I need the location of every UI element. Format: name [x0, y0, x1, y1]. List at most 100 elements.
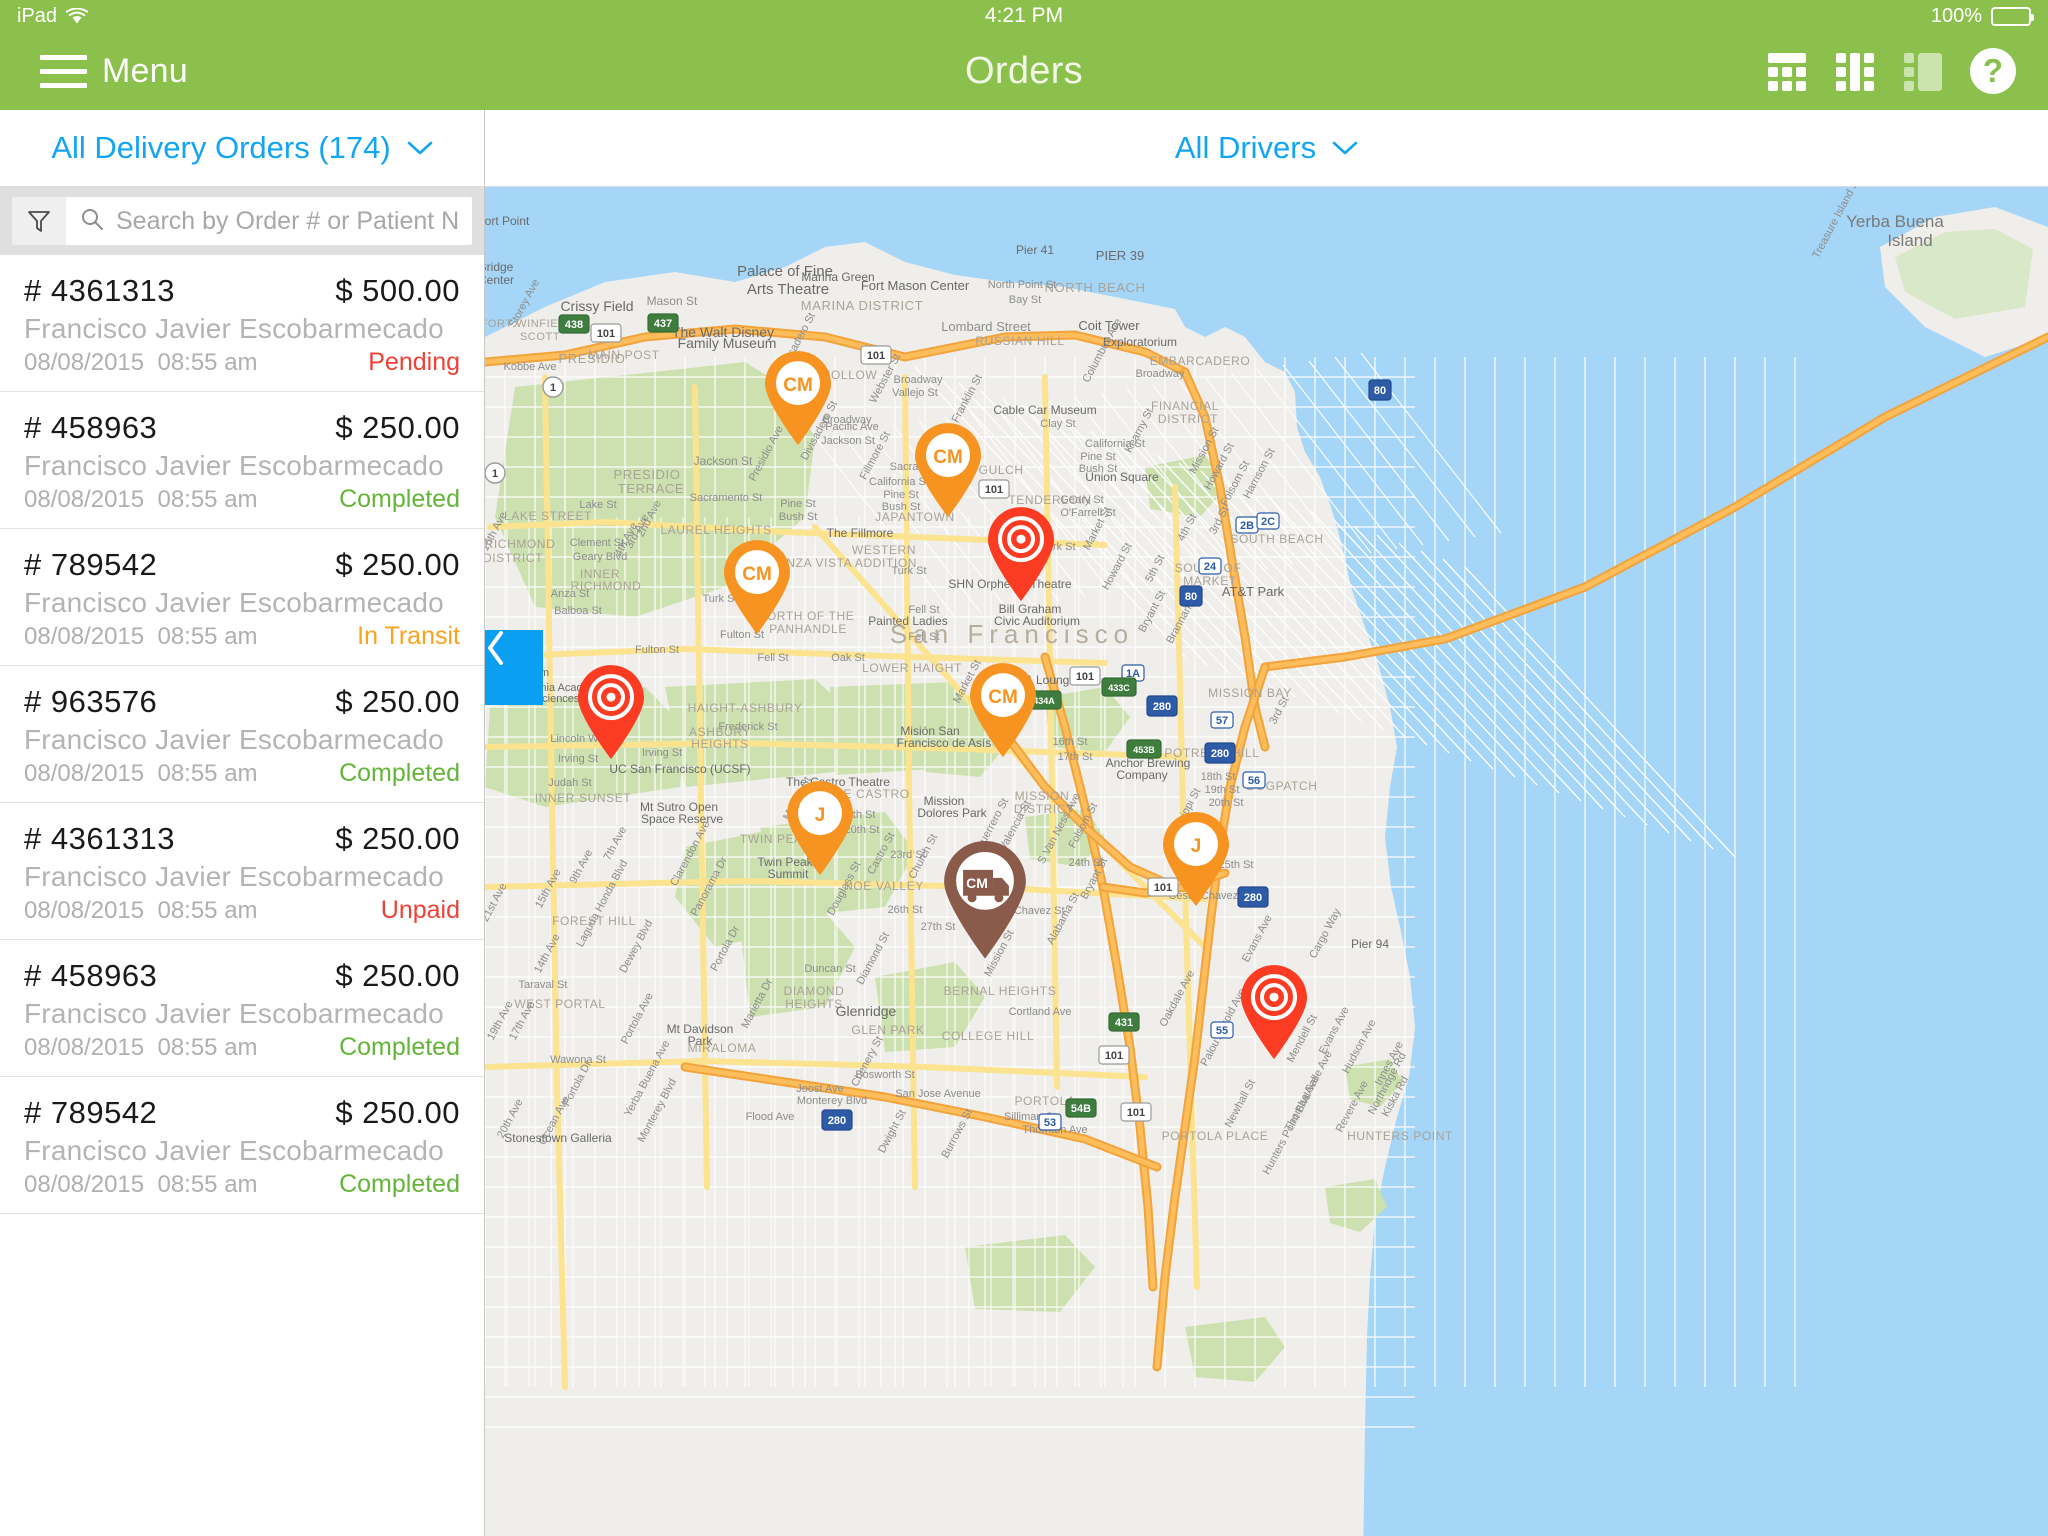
svg-text:San Jose Avenue: San Jose Avenue — [895, 1088, 980, 1100]
order-price: $ 250.00 — [335, 821, 460, 856]
columns-view-icon[interactable] — [1834, 50, 1876, 92]
svg-text:CM: CM — [988, 687, 1018, 708]
svg-text:101: 101 — [1076, 671, 1094, 683]
svg-text:1: 1 — [550, 382, 556, 394]
order-row-top: # 4361313 $ 250.00 — [24, 821, 460, 857]
svg-text:18th St: 18th St — [1201, 771, 1236, 783]
svg-text:SOUTH BEACH: SOUTH BEACH — [1230, 532, 1323, 546]
svg-text:PIER 39: PIER 39 — [1096, 248, 1144, 263]
chevron-down-icon — [1332, 141, 1358, 156]
order-price: $ 500.00 — [335, 273, 460, 308]
svg-text:Geary Blvd: Geary Blvd — [573, 551, 627, 563]
hamburger-icon — [40, 54, 87, 88]
orders-filter-dropdown[interactable]: All Delivery Orders (174) — [0, 110, 484, 187]
status-badge: Completed — [339, 1170, 460, 1198]
svg-text:Cortland Ave: Cortland Ave — [1009, 1006, 1072, 1018]
order-number: # 789542 — [24, 547, 158, 582]
svg-text:LAUREL HEIGHTS: LAUREL HEIGHTS — [660, 523, 771, 537]
order-row-top: # 458963 $ 250.00 — [24, 958, 460, 994]
svg-text:FOREST HILL: FOREST HILL — [552, 914, 636, 928]
order-price: $ 250.00 — [335, 1095, 460, 1130]
svg-text:Pier 41: Pier 41 — [1016, 243, 1054, 257]
table-row[interactable]: # 458963 $ 250.00 Francisco Javier Escob… — [0, 392, 484, 529]
order-datetime: 08/08/2015 08:55 am — [24, 760, 258, 787]
svg-text:BERNAL HEIGHTS: BERNAL HEIGHTS — [944, 984, 1057, 998]
svg-text:UC San Francisco (UCSF): UC San Francisco (UCSF) — [609, 762, 750, 776]
help-icon[interactable]: ? — [1970, 48, 2016, 94]
table-row[interactable]: # 458963 $ 250.00 Francisco Javier Escob… — [0, 940, 484, 1077]
svg-text:280: 280 — [1244, 892, 1262, 904]
svg-text:Turk St: Turk St — [891, 565, 926, 577]
table-row[interactable]: # 4361313 $ 250.00 Francisco Javier Esco… — [0, 803, 484, 940]
svg-text:80: 80 — [1185, 591, 1197, 603]
search-bar — [0, 187, 484, 255]
order-number: # 4361313 — [24, 821, 176, 856]
order-price: $ 250.00 — [335, 410, 460, 445]
svg-text:80: 80 — [1374, 385, 1386, 397]
table-row[interactable]: # 963576 $ 250.00 Francisco Javier Escob… — [0, 666, 484, 803]
svg-text:Jackson St: Jackson St — [694, 454, 753, 468]
grid-view-icon[interactable] — [1766, 50, 1808, 92]
svg-text:CM: CM — [966, 875, 988, 891]
order-row-bottom: 08/08/2015 08:55 am In Transit — [24, 622, 460, 651]
table-row[interactable]: # 4361313 $ 500.00 Francisco Javier Esco… — [0, 255, 484, 392]
svg-text:J: J — [815, 805, 826, 826]
svg-text:Flood Ave: Flood Ave — [746, 1111, 795, 1123]
order-row-bottom: 08/08/2015 08:55 am Completed — [24, 485, 460, 514]
order-row-bottom: 08/08/2015 08:55 am Completed — [24, 1033, 460, 1062]
svg-text:HEIGHTS: HEIGHTS — [785, 997, 843, 1011]
svg-text:HUNTERS POINT: HUNTERS POINT — [1347, 1129, 1453, 1143]
svg-text:Island: Island — [1887, 231, 1932, 250]
svg-text:Fulton St: Fulton St — [635, 644, 679, 656]
svg-text:433C: 433C — [1108, 683, 1130, 693]
main-content: All Delivery Orders (174) Search by Orde… — [0, 110, 2048, 1536]
svg-text:Center: Center — [485, 273, 514, 287]
collapse-sidebar-button[interactable] — [485, 630, 543, 705]
svg-text:Monterey Blvd: Monterey Blvd — [797, 1095, 867, 1107]
svg-text:COLLEGE HILL: COLLEGE HILL — [942, 1029, 1035, 1043]
map-canvas[interactable]: Yerba Buena Island Treasure Island Rd PIER … — [485, 187, 2048, 1536]
svg-text:CM: CM — [783, 375, 813, 396]
svg-text:26th St: 26th St — [888, 904, 923, 916]
patient-name: Francisco Javier Escobarmecado — [24, 313, 444, 344]
svg-text:280: 280 — [1211, 748, 1229, 760]
svg-text:DISTRICT: DISTRICT — [1158, 412, 1218, 426]
svg-text:PORTOLA PLACE: PORTOLA PLACE — [1162, 1129, 1269, 1143]
chevron-down-icon — [407, 141, 433, 156]
order-row-bottom: 08/08/2015 08:55 am Completed — [24, 1170, 460, 1199]
drivers-filter-dropdown[interactable]: All Drivers — [485, 110, 2048, 187]
svg-text:INNER SUNSET: INNER SUNSET — [535, 791, 632, 805]
order-number: # 789542 — [24, 1095, 158, 1130]
battery-percent: 100% — [1930, 4, 1982, 27]
svg-text:DISTRICT: DISTRICT — [485, 551, 543, 565]
table-row[interactable]: # 789542 $ 250.00 Francisco Javier Escob… — [0, 529, 484, 666]
svg-text:101: 101 — [1105, 1050, 1123, 1062]
menu-button[interactable]: Menu — [0, 52, 188, 91]
svg-text:Fell St: Fell St — [757, 652, 788, 664]
table-row[interactable]: # 789542 $ 250.00 Francisco Javier Escob… — [0, 1077, 484, 1214]
svg-text:438: 438 — [565, 319, 583, 331]
order-number: # 963576 — [24, 684, 158, 719]
order-datetime: 08/08/2015 08:55 am — [24, 349, 258, 376]
svg-text:Bosworth St: Bosworth St — [855, 1069, 914, 1081]
svg-text:24: 24 — [1204, 561, 1217, 573]
svg-text:Palace of Fine: Palace of Fine — [737, 263, 833, 280]
svg-text:Kobbe Ave: Kobbe Ave — [503, 361, 556, 373]
svg-text:GLEN PARK: GLEN PARK — [851, 1023, 924, 1037]
view-mode-toolbar: ? — [1766, 48, 2016, 94]
order-datetime: 08/08/2015 08:55 am — [24, 897, 258, 924]
status-badge: Completed — [339, 485, 460, 513]
svg-text:RUSSIAN HILL: RUSSIAN HILL — [975, 334, 1064, 348]
search-input[interactable] — [116, 206, 458, 236]
split-view-icon[interactable] — [1902, 50, 1944, 92]
status-badge: Completed — [339, 1033, 460, 1061]
svg-text:Dolores Park: Dolores Park — [917, 806, 987, 820]
svg-text:CM: CM — [933, 447, 963, 468]
svg-text:280: 280 — [1153, 701, 1171, 713]
order-row-top: # 458963 $ 250.00 — [24, 410, 460, 446]
filter-funnel-icon[interactable] — [12, 197, 66, 245]
svg-text:437: 437 — [654, 318, 672, 330]
order-price: $ 250.00 — [335, 958, 460, 993]
orders-list[interactable]: # 4361313 $ 500.00 Francisco Javier Esco… — [0, 255, 484, 1536]
svg-text:Clay St: Clay St — [1040, 418, 1075, 430]
